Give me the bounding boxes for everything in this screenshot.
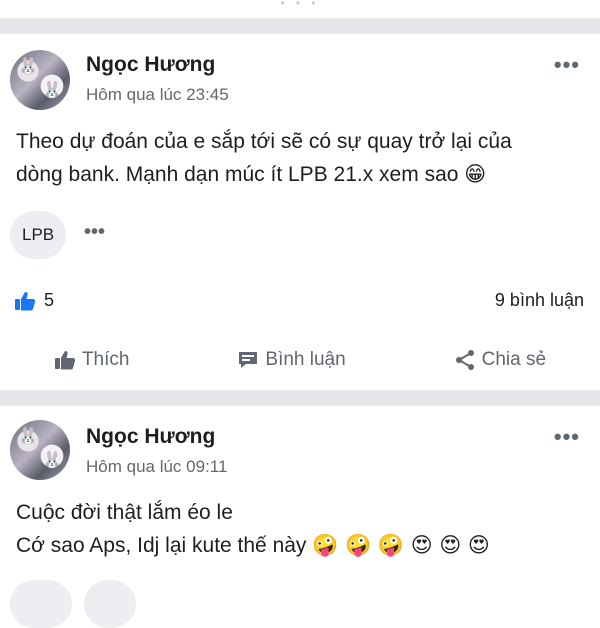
avatar[interactable]: 🐰 🐰: [10, 420, 70, 480]
like-label: Thích: [81, 349, 130, 370]
share-icon: [454, 349, 476, 371]
post-card: 🐰 🐰 Ngọc Hương Hôm qua lúc 23:45 ••• The…: [0, 34, 600, 390]
post-text: Cuộc đời thật lắm éo le Cớ sao Aps, Idj …: [16, 497, 586, 562]
author-name[interactable]: Ngọc Hương: [86, 53, 215, 77]
comment-button[interactable]: Bình luận: [237, 349, 346, 371]
more-tags-icon[interactable]: •••: [84, 221, 105, 244]
top-strip: • • •: [0, 0, 600, 18]
emoji-sequence: 🤪 🤪 🤪 😍 😍 😍: [312, 533, 490, 557]
thumbs-up-icon: [54, 350, 76, 370]
author-name[interactable]: Ngọc Hương: [86, 425, 215, 449]
post-text-line: dòng bank. Mạnh dạn múc ít LPB 21.x xem …: [16, 162, 487, 186]
share-button[interactable]: Chia sẻ: [454, 349, 546, 371]
stock-tag-chip[interactable]: [10, 580, 72, 628]
post-text: Theo dự đoán của e sắp tới sẽ có sự quay…: [16, 126, 586, 191]
stock-tag-chip[interactable]: LPB: [10, 211, 67, 259]
comment-bubble-icon: [237, 350, 259, 370]
stock-tag-chip[interactable]: [84, 580, 136, 628]
post-separator: [0, 18, 600, 34]
likes-count: 5: [44, 290, 55, 310]
like-button[interactable]: Thích: [54, 349, 130, 371]
post-timestamp[interactable]: Hôm qua lúc 23:45: [86, 85, 229, 105]
post-separator: [0, 390, 600, 406]
post-text-line: Cuộc đời thật lắm éo le: [16, 501, 233, 524]
thumbs-up-icon: [14, 291, 36, 311]
comment-label: Bình luận: [265, 349, 346, 370]
post-text-line: Theo dự đoán của e sắp tới sẽ có sự quay…: [16, 130, 512, 153]
more-options-icon[interactable]: •••: [554, 424, 580, 450]
post-timestamp[interactable]: Hôm qua lúc 09:11: [86, 457, 227, 477]
post-text-line: Cớ sao Aps, Idj lại kute thế này 🤪 🤪 🤪 😍…: [16, 533, 490, 557]
likes-summary[interactable]: 5: [14, 290, 54, 311]
previous-post-actions-remnant: • • •: [280, 0, 320, 10]
share-label: Chia sẻ: [481, 349, 547, 370]
more-options-icon[interactable]: •••: [554, 52, 580, 78]
grin-emoji: 😁: [464, 162, 487, 186]
comments-count[interactable]: 9 bình luận: [495, 290, 584, 311]
avatar[interactable]: 🐰 🐰: [10, 50, 70, 110]
post-card: 🐰 🐰 Ngọc Hương Hôm qua lúc 09:11 ••• Cuộ…: [0, 406, 600, 628]
post-actions-bar: Thích Bình luận Chia sẻ: [0, 340, 600, 380]
